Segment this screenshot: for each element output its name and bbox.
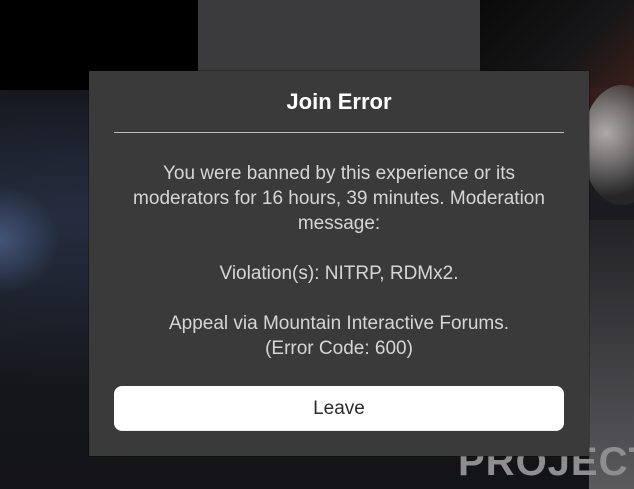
join-error-dialog: Join Error You were banned by this exper… bbox=[89, 71, 589, 456]
background-light-glow bbox=[0, 185, 60, 295]
title-divider bbox=[114, 132, 564, 133]
game-viewport: PROJECT Join Error You were banned by th… bbox=[0, 0, 634, 489]
error-code-text: (Error Code: 600) bbox=[265, 338, 413, 359]
appeal-block: Appeal via Mountain Interactive Forums. … bbox=[119, 311, 559, 361]
leave-button[interactable]: Leave bbox=[114, 386, 564, 431]
ban-notice-text: You were banned by this experience or it… bbox=[133, 163, 545, 234]
dialog-message: You were banned by this experience or it… bbox=[119, 161, 559, 361]
background-building-block bbox=[198, 0, 480, 75]
appeal-text: Appeal via Mountain Interactive Forums. bbox=[168, 313, 510, 334]
dialog-title: Join Error bbox=[286, 89, 392, 114]
violations-text: Violation(s): NITRP, RDMx2. bbox=[219, 263, 459, 284]
